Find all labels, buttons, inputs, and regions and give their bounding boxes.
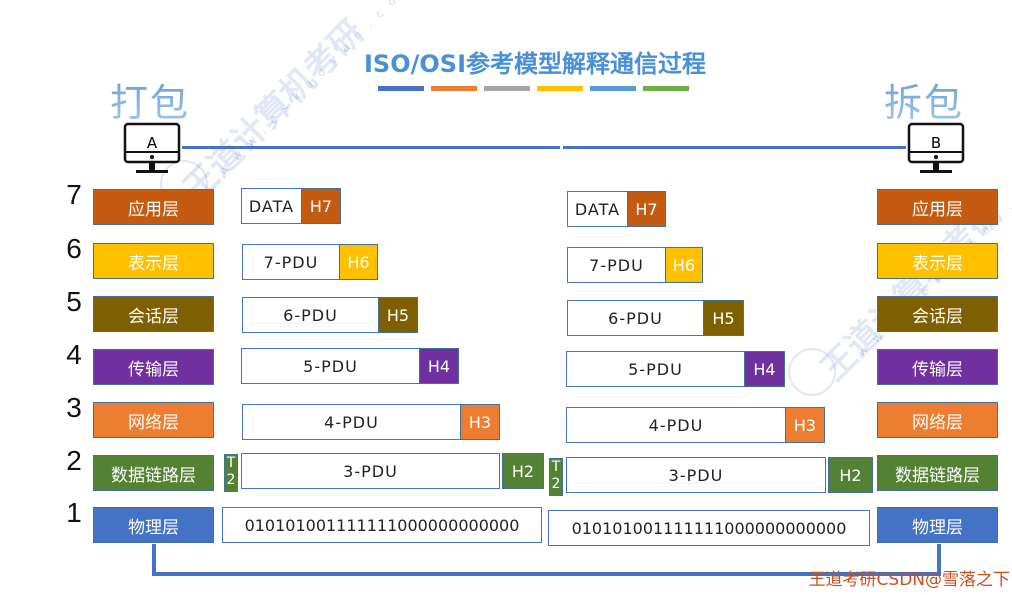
- computer-b: B: [906, 122, 966, 178]
- receiver-layer-box: 物理层: [877, 507, 998, 543]
- logical-link-left: [182, 146, 560, 149]
- sender-payload: 5-PDU: [241, 348, 420, 384]
- receiver-header: H4: [744, 351, 785, 387]
- receiver-layer-box: 表示层: [877, 243, 998, 279]
- receiver-header: H7: [627, 191, 666, 227]
- receiver-header: H5: [703, 300, 744, 336]
- sender-layer-box: 应用层: [93, 189, 214, 225]
- pack-heading: 打包: [110, 72, 190, 127]
- title-bar: [590, 86, 636, 91]
- layer-number: 1: [66, 497, 82, 528]
- sender-layer-box: 数据链路层: [93, 455, 214, 491]
- watermark-seal-icon-right: [788, 348, 836, 396]
- sender-trailer: T 2: [224, 454, 238, 492]
- footer-watermark: 王道考研CSDN@雪落之下: [808, 570, 1010, 590]
- title-bar: [378, 86, 424, 91]
- computer-label: A: [146, 134, 158, 152]
- sender-payload: 6-PDU: [242, 297, 379, 333]
- receiver-layer-box: 应用层: [877, 189, 998, 225]
- sender-header: H3: [460, 404, 500, 440]
- computer-a: A: [122, 122, 182, 178]
- receiver-header: H2: [828, 457, 873, 493]
- layer-number: 5: [66, 286, 82, 317]
- sender-header: H7: [301, 188, 341, 224]
- sender-payload: 4-PDU: [242, 404, 461, 440]
- receiver-layer-box: 会话层: [877, 296, 998, 332]
- receiver-payload: 4-PDU: [566, 407, 786, 443]
- receiver-payload: 5-PDU: [566, 351, 745, 387]
- sender-payload: DATA: [241, 188, 302, 224]
- sender-bitstream: 010101001111111000000000000: [222, 507, 542, 543]
- receiver-layer-box: 网络层: [877, 402, 998, 438]
- layer-number: 2: [66, 445, 82, 476]
- sender-layer-box: 表示层: [93, 243, 214, 279]
- title-bar: [431, 86, 477, 91]
- receiver-payload: DATA: [567, 191, 628, 227]
- unpack-heading: 拆包: [884, 72, 964, 127]
- receiver-layer-box: 数据链路层: [877, 455, 998, 491]
- receiver-header: H6: [665, 247, 703, 283]
- sender-layer-box: 传输层: [93, 349, 214, 385]
- sender-layer-box: 网络层: [93, 402, 214, 438]
- receiver-bitstream: 010101001111111000000000000: [548, 510, 870, 546]
- receiver-payload: 3-PDU: [566, 457, 826, 493]
- layer-number: 7: [66, 179, 82, 210]
- receiver-header: H3: [785, 407, 825, 443]
- receiver-payload: 7-PDU: [567, 247, 666, 283]
- title-bar: [537, 86, 583, 91]
- sender-payload: 7-PDU: [242, 244, 340, 280]
- receiver-layer-box: 传输层: [877, 349, 998, 385]
- receiver-payload: 6-PDU: [567, 300, 704, 336]
- receiver-trailer: T 2: [549, 458, 563, 496]
- layer-number: 3: [66, 392, 82, 423]
- sender-payload: 3-PDU: [241, 453, 500, 489]
- sender-header: H5: [378, 297, 418, 333]
- logical-link-right: [563, 146, 906, 149]
- computer-label: B: [930, 134, 942, 152]
- diagram-title: ISO/OSI参考模型解释通信过程: [364, 50, 706, 78]
- title-underline-bars: [378, 86, 689, 92]
- title-bar: [643, 86, 689, 91]
- sender-header: H6: [339, 244, 378, 280]
- sender-layer-box: 会话层: [93, 296, 214, 332]
- layer-number: 6: [66, 233, 82, 264]
- title-bar: [484, 86, 530, 91]
- sender-header: H2: [502, 453, 544, 489]
- sender-header: H4: [419, 348, 459, 384]
- layer-number: 4: [66, 339, 82, 370]
- sender-layer-box: 物理层: [93, 507, 214, 543]
